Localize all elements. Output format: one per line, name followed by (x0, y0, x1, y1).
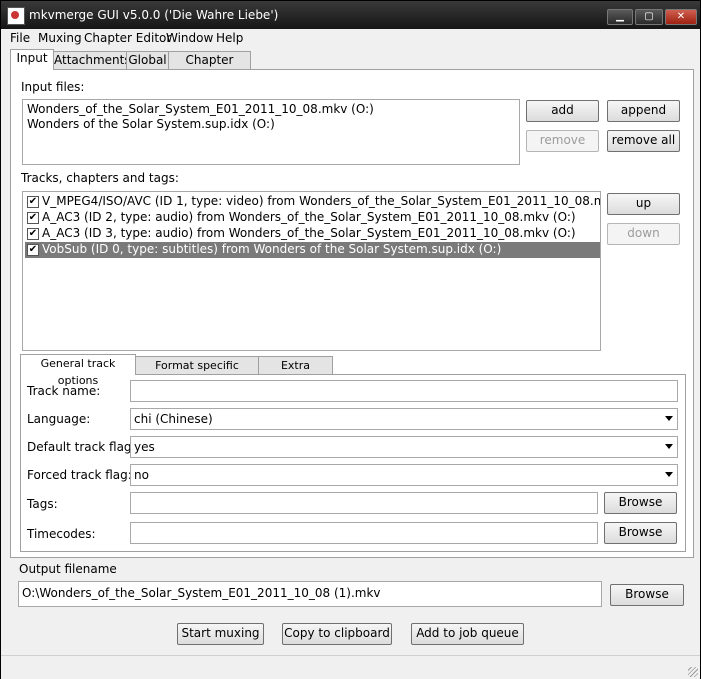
up-button[interactable]: up (607, 193, 680, 215)
track-label: V_MPEG4/ISO/AVC (ID 1, type: video) from… (42, 194, 600, 208)
timecodes-browse-button[interactable]: Browse (604, 522, 677, 544)
menu-chapter-editor[interactable]: Chapter Editor (84, 31, 171, 45)
title-bar[interactable]: mkvmerge GUI v5.0.0 ('Die Wahre Liebe') … (1, 1, 700, 29)
start-muxing-button[interactable]: Start muxing (177, 623, 264, 645)
track-row-selected[interactable]: ✔ VobSub (ID 0, type: subtitles) from Wo… (25, 242, 600, 258)
output-filename-label: Output filename (19, 562, 117, 576)
default-track-flag-select[interactable]: yes (130, 436, 678, 458)
status-bar (1, 655, 700, 679)
forced-track-flag-select[interactable]: no (130, 464, 678, 486)
chevron-down-icon (665, 416, 673, 421)
output-filename-value: O:\Wonders_of_the_Solar_System_E01_2011_… (22, 586, 381, 600)
copy-to-clipboard-button[interactable]: Copy to clipboard (282, 623, 392, 645)
remove-button[interactable]: remove (526, 130, 599, 152)
list-item[interactable]: Wonders of the Solar System.sup.idx (O:) (27, 117, 275, 131)
menu-bar: File Muxing Chapter Editor Window Help (1, 29, 700, 48)
tracks-label: Tracks, chapters and tags: (21, 171, 179, 185)
app-icon (7, 7, 25, 25)
close-button[interactable]: ✕ (665, 9, 697, 25)
tab-format-specific-options[interactable]: Format specific options (135, 356, 259, 389)
window-title: mkvmerge GUI v5.0.0 ('Die Wahre Liebe') (29, 8, 279, 22)
timecodes-label: Timecodes: (27, 527, 96, 541)
list-item[interactable]: Wonders_of_the_Solar_System_E01_2011_10_… (27, 102, 374, 116)
track-checkbox[interactable]: ✔ (27, 228, 39, 240)
input-panel: Input files: Wonders_of_the_Solar_System… (10, 69, 694, 558)
track-name-input[interactable] (130, 380, 678, 402)
maximize-button[interactable]: ▢ (635, 9, 663, 25)
track-checkbox[interactable]: ✔ (27, 196, 39, 208)
track-options-panel: Track name: Language: chi (Chinese) Defa… (20, 374, 686, 552)
tags-browse-button[interactable]: Browse (604, 492, 677, 514)
track-label: A_AC3 (ID 3, type: audio) from Wonders_o… (42, 226, 576, 240)
track-row[interactable]: ✔ A_AC3 (ID 3, type: audio) from Wonders… (25, 226, 600, 242)
menu-help[interactable]: Help (216, 31, 243, 45)
append-button[interactable]: append (607, 100, 680, 122)
tab-input[interactable]: Input (10, 49, 54, 70)
track-checkbox[interactable]: ✔ (27, 212, 39, 224)
resize-grip-icon[interactable] (688, 667, 698, 677)
minimize-button[interactable]: ▁ (607, 9, 633, 25)
remove-all-button[interactable]: remove all (607, 130, 680, 152)
menu-file[interactable]: File (10, 31, 30, 45)
tab-attachments[interactable]: Attachments (53, 51, 131, 70)
track-row[interactable]: ✔ V_MPEG4/ISO/AVC (ID 1, type: video) fr… (25, 194, 600, 210)
track-row[interactable]: ✔ A_AC3 (ID 2, type: audio) from Wonders… (25, 210, 600, 226)
add-to-job-queue-button[interactable]: Add to job queue (411, 623, 524, 645)
default-track-flag-label: Default track flag: (27, 440, 136, 454)
default-track-flag-value: yes (134, 440, 155, 454)
input-files-list[interactable]: Wonders_of_the_Solar_System_E01_2011_10_… (22, 99, 520, 165)
tab-extra-options[interactable]: Extra options (258, 356, 333, 389)
add-button[interactable]: add (526, 100, 599, 122)
tab-global[interactable]: Global (126, 51, 169, 70)
forced-track-flag-value: no (134, 468, 149, 482)
tab-chapter-editor[interactable]: Chapter Editor (168, 51, 251, 84)
track-label: VobSub (ID 0, type: subtitles) from Wond… (42, 242, 502, 256)
chevron-down-icon (665, 444, 673, 449)
input-files-label: Input files: (21, 80, 85, 94)
track-label: A_AC3 (ID 2, type: audio) from Wonders_o… (42, 210, 576, 224)
language-value: chi (Chinese) (134, 412, 213, 426)
output-browse-button[interactable]: Browse (610, 584, 684, 606)
menu-muxing[interactable]: Muxing (38, 31, 82, 45)
forced-track-flag-label: Forced track flag: (27, 468, 132, 482)
language-label: Language: (27, 412, 91, 426)
timecodes-input[interactable] (130, 522, 598, 544)
menu-window[interactable]: Window (166, 31, 213, 45)
track-checkbox[interactable]: ✔ (27, 244, 39, 256)
main-window: mkvmerge GUI v5.0.0 ('Die Wahre Liebe') … (0, 0, 701, 679)
tags-label: Tags: (27, 497, 58, 511)
tags-input[interactable] (130, 492, 598, 514)
output-filename-input[interactable]: O:\Wonders_of_the_Solar_System_E01_2011_… (18, 581, 602, 607)
tab-general-track-options[interactable]: General track options (20, 354, 136, 387)
language-select[interactable]: chi (Chinese) (130, 408, 678, 430)
down-button[interactable]: down (607, 223, 680, 245)
tracks-list[interactable]: ✔ V_MPEG4/ISO/AVC (ID 1, type: video) fr… (22, 191, 601, 351)
chevron-down-icon (665, 472, 673, 477)
